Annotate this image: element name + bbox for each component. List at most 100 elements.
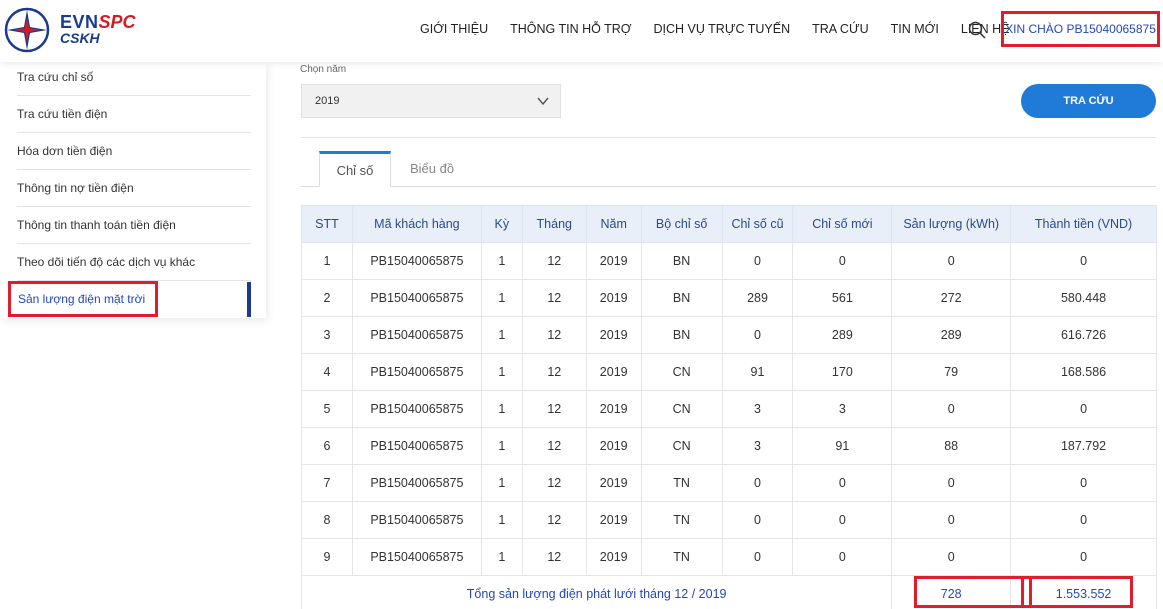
table-cell: 2019 bbox=[585, 464, 642, 502]
table-row: 9 PB15040065875 1 12 2019 TN 0 0 0 0 bbox=[301, 538, 1157, 576]
column-header: Chỉ số cũ bbox=[721, 205, 794, 243]
table-cell: 12 bbox=[521, 464, 587, 502]
search-icon[interactable] bbox=[968, 21, 986, 39]
table-cell: 2019 bbox=[585, 242, 642, 280]
table-cell: 1 bbox=[480, 538, 523, 576]
column-header: Mã khách hàng bbox=[351, 205, 482, 243]
table-cell: 0 bbox=[1010, 464, 1157, 502]
table-cell: CN bbox=[640, 353, 723, 391]
user-greeting[interactable]: XIN CHÀO PB15040065875 bbox=[1001, 11, 1160, 47]
sidebar-item-hoa-don-tien-dien[interactable]: Hóa dơn tiền điện bbox=[17, 133, 251, 170]
table-cell: TN bbox=[640, 501, 723, 539]
year-select-value: 2019 bbox=[315, 95, 340, 107]
nav-thong-tin-ho-tro[interactable]: THÔNG TIN HỖ TRỢ bbox=[510, 22, 631, 36]
table-cell: PB15040065875 bbox=[351, 279, 482, 317]
evn-star-icon bbox=[4, 7, 50, 53]
sidebar-item-tra-cuu-chi-so[interactable]: Tra cứu chỉ số bbox=[17, 59, 251, 96]
table-cell: 0 bbox=[1010, 242, 1157, 280]
sidebar-item-thong-tin-thanh-toan[interactable]: Thông tin thanh toán tiền điện bbox=[17, 207, 251, 244]
table-cell: 88 bbox=[891, 427, 1012, 465]
column-header: Chỉ số mới bbox=[792, 205, 893, 243]
logo-spc-text: SPC bbox=[98, 12, 136, 32]
table-row: 2 PB15040065875 1 12 2019 BN 289 561 272 580.448 bbox=[301, 279, 1157, 317]
table-cell: 4 bbox=[301, 353, 353, 391]
table-cell: PB15040065875 bbox=[351, 242, 482, 280]
table-cell: 12 bbox=[521, 353, 587, 391]
column-header: Kỳ bbox=[480, 205, 523, 243]
logo-evn-text: EVN bbox=[60, 12, 99, 32]
table-cell: 1 bbox=[480, 316, 523, 354]
table-cell: 0 bbox=[721, 316, 794, 354]
tab-bieu-do[interactable]: Biểu đồ bbox=[398, 151, 466, 186]
year-select[interactable]: 2019 bbox=[301, 84, 561, 118]
table-cell: 1 bbox=[480, 501, 523, 539]
table-cell: 0 bbox=[721, 538, 794, 576]
table-cell: 2019 bbox=[585, 427, 642, 465]
table-cell: 0 bbox=[792, 538, 893, 576]
table-cell: 2019 bbox=[585, 316, 642, 354]
table-cell: 580.448 bbox=[1010, 279, 1157, 317]
table-row: 5 PB15040065875 1 12 2019 CN 3 3 0 0 bbox=[301, 390, 1157, 428]
table-cell: 0 bbox=[721, 501, 794, 539]
table-cell: PB15040065875 bbox=[351, 390, 482, 428]
table-cell: 0 bbox=[792, 464, 893, 502]
table-cell: 168.586 bbox=[1010, 353, 1157, 391]
active-indicator bbox=[247, 282, 251, 317]
sidebar: Tra cứu chỉ số Tra cứu tiền điện Hóa dơn… bbox=[0, 62, 266, 318]
table-cell: 1 bbox=[480, 353, 523, 391]
table-cell: 170 bbox=[792, 353, 893, 391]
table-cell: 1 bbox=[480, 427, 523, 465]
logo-cskh-text: CSKH bbox=[60, 30, 100, 46]
table-row: 6 PB15040065875 1 12 2019 CN 3 91 88 187.792 bbox=[301, 427, 1157, 465]
table-cell: 6 bbox=[301, 427, 353, 465]
nav-gioi-thieu[interactable]: GIỚI THIỆU bbox=[420, 22, 488, 36]
table-cell: 12 bbox=[521, 242, 587, 280]
nav-tin-moi[interactable]: TIN MỚI bbox=[891, 22, 939, 36]
table-cell: CN bbox=[640, 390, 723, 428]
table-cell: 3 bbox=[792, 390, 893, 428]
table-cell: 12 bbox=[521, 390, 587, 428]
table-cell: 2019 bbox=[585, 390, 642, 428]
table-cell: 0 bbox=[721, 464, 794, 502]
table-header-row: STT Mã khách hàng Kỳ Tháng Năm Bộ chỉ số Chỉ s… bbox=[301, 205, 1157, 243]
column-header: Năm bbox=[585, 205, 642, 243]
table-cell: 289 bbox=[891, 316, 1012, 354]
sidebar-item-thong-tin-no[interactable]: Thông tin nợ tiền điện bbox=[17, 170, 251, 207]
table-cell: 1 bbox=[480, 390, 523, 428]
table-cell: 272 bbox=[891, 279, 1012, 317]
divider bbox=[301, 137, 1156, 138]
evn-logo[interactable]: EVNSPC CSKH bbox=[4, 7, 154, 53]
table-cell: 12 bbox=[521, 427, 587, 465]
total-amount: 1.553.552 bbox=[1010, 575, 1157, 609]
table-cell: 1 bbox=[301, 242, 353, 280]
table-cell: 0 bbox=[792, 501, 893, 539]
table-row: 3 PB15040065875 1 12 2019 BN 0 289 289 616.726 bbox=[301, 316, 1157, 354]
search-button[interactable]: TRA CỨU bbox=[1021, 84, 1156, 118]
table-cell: 0 bbox=[891, 242, 1012, 280]
table-cell: PB15040065875 bbox=[351, 427, 482, 465]
table-cell: 2019 bbox=[585, 279, 642, 317]
sidebar-item-theo-doi-tien-do[interactable]: Theo dõi tiến độ các dịch vụ khác bbox=[17, 244, 251, 281]
table-cell: 2019 bbox=[585, 501, 642, 539]
table-cell: 1 bbox=[480, 279, 523, 317]
total-label: Tổng sản lượng điện phát lưới tháng 12 /… bbox=[300, 575, 893, 609]
table-cell: BN bbox=[640, 316, 723, 354]
table-cell: 289 bbox=[721, 279, 794, 317]
sidebar-item-san-luong-dien-mat-troi[interactable]: Sản lượng điện mặt trời bbox=[8, 281, 158, 317]
table-cell: 0 bbox=[721, 242, 794, 280]
table-cell: PB15040065875 bbox=[351, 464, 482, 502]
column-header: Bộ chỉ số bbox=[640, 205, 723, 243]
table-cell: 0 bbox=[891, 538, 1012, 576]
table-cell: 1 bbox=[480, 242, 523, 280]
nav-tra-cuu[interactable]: TRA CỨU bbox=[812, 22, 869, 36]
column-header: Sản lượng (kWh) bbox=[891, 205, 1012, 243]
tab-chi-so[interactable]: Chỉ số bbox=[319, 151, 391, 187]
sidebar-item-tra-cuu-tien-dien[interactable]: Tra cứu tiền điện bbox=[17, 96, 251, 133]
table-cell: 0 bbox=[1010, 538, 1157, 576]
table-cell: 8 bbox=[301, 501, 353, 539]
table-cell: 2019 bbox=[585, 538, 642, 576]
table-cell: 0 bbox=[792, 242, 893, 280]
column-header: Thành tiền (VND) bbox=[1010, 205, 1157, 243]
nav-dich-vu-truc-tuyen[interactable]: DỊCH VỤ TRỰC TUYẾN bbox=[654, 22, 791, 36]
table-cell: 12 bbox=[521, 538, 587, 576]
